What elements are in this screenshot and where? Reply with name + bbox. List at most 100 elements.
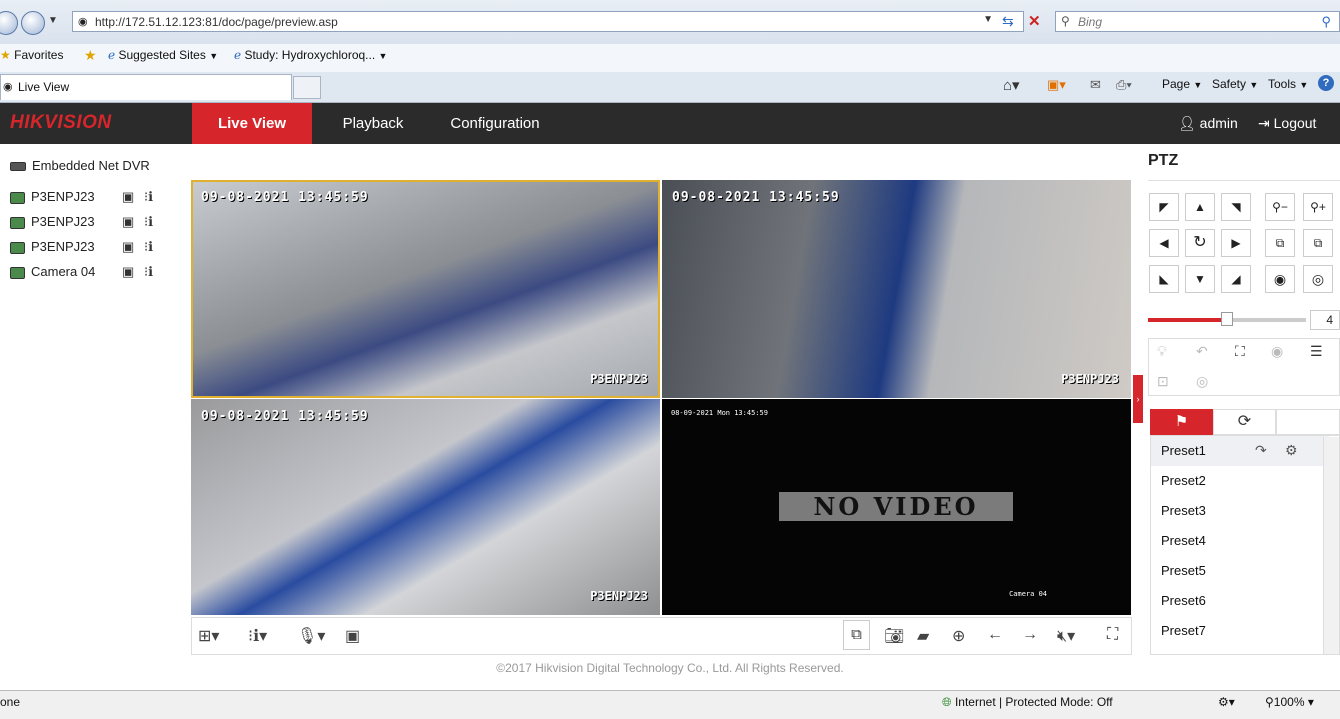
preset-item[interactable]: Preset7	[1151, 616, 1329, 646]
add-favorite-icon[interactable]: ★	[84, 47, 97, 64]
manual-track-icon[interactable]: ⊡	[1157, 373, 1169, 390]
search-input[interactable]: ⚲ Bing ⚲	[1055, 11, 1340, 32]
start-all-live-icon[interactable]: ▣	[345, 626, 360, 646]
url-dropdown-icon[interactable]: ▼	[983, 14, 993, 25]
record-icon[interactable]: ▣	[122, 239, 134, 255]
next-page-icon[interactable]: →	[1022, 626, 1038, 644]
site-icon: ◉	[3, 81, 13, 93]
capture-icon[interactable]: 📷︎	[884, 626, 904, 646]
set-preset-gear-icon[interactable]: ⚙	[1285, 442, 1298, 459]
compat-icon[interactable]: ⚙▾	[1218, 695, 1235, 709]
zoom-in-icon[interactable]: ⚲+	[1303, 193, 1333, 221]
mail-icon[interactable]: ✉	[1090, 77, 1101, 93]
window-layout-icon[interactable]: ⊞▾	[198, 626, 219, 646]
stop-icon[interactable]: ✕	[1028, 12, 1041, 30]
logout-button[interactable]: ⇥ Logout	[1258, 103, 1316, 144]
preset-item[interactable]: Preset3	[1151, 496, 1329, 526]
study-link[interactable]: ℯ Study: Hydroxychloroq... ▼	[234, 48, 387, 62]
refresh-icon[interactable]: ⇆	[1002, 13, 1014, 30]
print-icon[interactable]: ⎙▾	[1116, 77, 1132, 93]
tree-camera-1[interactable]: P3ENPJ23	[10, 187, 95, 207]
call-preset-icon[interactable]: ↷	[1255, 442, 1267, 459]
light-icon[interactable]: 💡︎	[1157, 343, 1167, 360]
microphone-icon[interactable]: 🎙︎▾	[297, 626, 325, 646]
menu-icon[interactable]: ☰	[1310, 343, 1323, 360]
device-tree-root[interactable]: Embedded Net DVR	[10, 156, 150, 176]
tree-camera-4[interactable]: Camera 04	[10, 262, 95, 282]
3d-zoom-icon[interactable]: ◎	[1196, 373, 1208, 390]
preset-item[interactable]: Preset5	[1151, 556, 1329, 586]
video-pane-1[interactable]: 09-08-2021 13:45:59 P3ENPJ23	[191, 180, 660, 398]
security-zone[interactable]: 🌐︎ Internet | Protected Mode: Off	[942, 695, 1113, 710]
user-menu[interactable]: 👤︎ admin	[1178, 103, 1238, 144]
video-pane-2[interactable]: 09-08-2021 13:45:59 P3ENPJ23	[662, 180, 1131, 398]
ptz-collapse-handle[interactable]: ›	[1133, 375, 1143, 423]
ptz-up-left-button[interactable]: ◤	[1149, 193, 1179, 221]
menu-configuration[interactable]: Configuration	[435, 103, 555, 144]
menu-playback[interactable]: Playback	[318, 103, 428, 144]
record-icon[interactable]: ▣	[122, 264, 134, 280]
feeds-icon[interactable]: ▣▾	[1047, 77, 1066, 93]
patrol-tab[interactable]: ⟳	[1213, 409, 1276, 435]
record-icon[interactable]: ▣	[122, 189, 134, 205]
stream-info-icon[interactable]: ⁝ℹ	[144, 239, 153, 255]
preset-item[interactable]: Preset6	[1151, 586, 1329, 616]
digital-zoom-icon[interactable]: ⊕	[952, 626, 965, 646]
forward-icon[interactable]	[21, 11, 45, 35]
stream-info-icon[interactable]: ⁝ℹ	[144, 214, 153, 230]
stream-select-icon[interactable]: ⁝ℹ▾	[248, 626, 267, 646]
tree-camera-3[interactable]: P3ENPJ23	[10, 237, 95, 257]
preset-tab[interactable]: ⚑	[1150, 409, 1213, 435]
preset-scrollbar[interactable]	[1323, 437, 1339, 654]
video-pane-3[interactable]: 09-08-2021 13:45:59 P3ENPJ23	[191, 399, 660, 615]
url-field[interactable]: ◉ http://172.51.12.123:81/doc/page/previ…	[72, 11, 1024, 32]
ptz-up-right-button[interactable]: ◥	[1221, 193, 1251, 221]
focus-far-icon[interactable]: ⧉	[1303, 229, 1333, 257]
ptz-speed-slider[interactable]	[1221, 312, 1233, 326]
ptz-down-left-button[interactable]: ◣	[1149, 265, 1179, 293]
record-icon[interactable]: ▣	[122, 214, 134, 230]
ptz-speed-fill	[1148, 318, 1227, 322]
stream-info-icon[interactable]: ⁝ℹ	[144, 264, 153, 280]
tools-menu[interactable]: Tools ▼	[1268, 77, 1308, 91]
tab-live-view[interactable]: ◉ Live View	[0, 74, 292, 100]
aux-focus-icon[interactable]: ⛶	[1235, 343, 1245, 360]
safety-menu[interactable]: Safety ▼	[1212, 77, 1258, 91]
favorites-star-icon: ★	[0, 48, 11, 62]
focus-near-icon[interactable]: ⧉	[1265, 229, 1295, 257]
previous-page-icon[interactable]: ←	[987, 626, 1003, 644]
preset-item[interactable]: Preset2	[1151, 466, 1329, 496]
ptz-down-right-button[interactable]: ◢	[1221, 265, 1251, 293]
pane-timestamp: 08-09-2021 Mon 13:45:59	[671, 409, 768, 417]
page-menu[interactable]: Page ▼	[1162, 77, 1202, 91]
help-icon[interactable]: ?	[1318, 75, 1334, 91]
menu-live-view[interactable]: Live View	[192, 103, 312, 144]
lens-init-icon[interactable]: ◉	[1271, 343, 1283, 360]
ptz-title: PTZ	[1148, 152, 1179, 169]
stream-info-icon[interactable]: ⁝ℹ	[144, 189, 153, 205]
pattern-tab[interactable]	[1276, 409, 1340, 435]
wiper-icon[interactable]: ↶	[1196, 343, 1208, 360]
preset-item[interactable]: Preset4	[1151, 526, 1329, 556]
iris-close-icon[interactable]: ◉	[1265, 265, 1295, 293]
favorites-button[interactable]: ★ Favorites	[0, 48, 63, 62]
history-dropdown-icon[interactable]: ▼	[48, 15, 58, 26]
iris-open-icon[interactable]: ◎	[1303, 265, 1333, 293]
fullscreen-icon[interactable]: ⛶	[1107, 626, 1118, 644]
ptz-auto-button[interactable]: ↻	[1185, 229, 1215, 257]
ptz-up-button[interactable]: ▲	[1185, 193, 1215, 221]
ptz-right-button[interactable]: ▶	[1221, 229, 1251, 257]
zoom-out-icon[interactable]: ⚲−	[1265, 193, 1295, 221]
stop-all-live-icon[interactable]: ⧉	[843, 620, 870, 650]
new-tab-button[interactable]	[293, 76, 321, 99]
ptz-left-button[interactable]: ◀	[1149, 229, 1179, 257]
preset-item[interactable]: Preset1	[1151, 436, 1329, 466]
search-icon[interactable]: ⚲	[1321, 14, 1331, 30]
home-icon[interactable]: ⌂▾	[1003, 76, 1020, 94]
record-all-icon[interactable]: ▰	[917, 626, 929, 646]
volume-muted-icon[interactable]: 🔇︎▾	[1057, 626, 1075, 646]
ptz-down-button[interactable]: ▼	[1185, 265, 1215, 293]
suggested-sites-link[interactable]: ℯ Suggested Sites ▼	[108, 48, 218, 62]
zoom-level[interactable]: ⚲100% ▾	[1265, 695, 1314, 709]
tree-camera-2[interactable]: P3ENPJ23	[10, 212, 95, 232]
